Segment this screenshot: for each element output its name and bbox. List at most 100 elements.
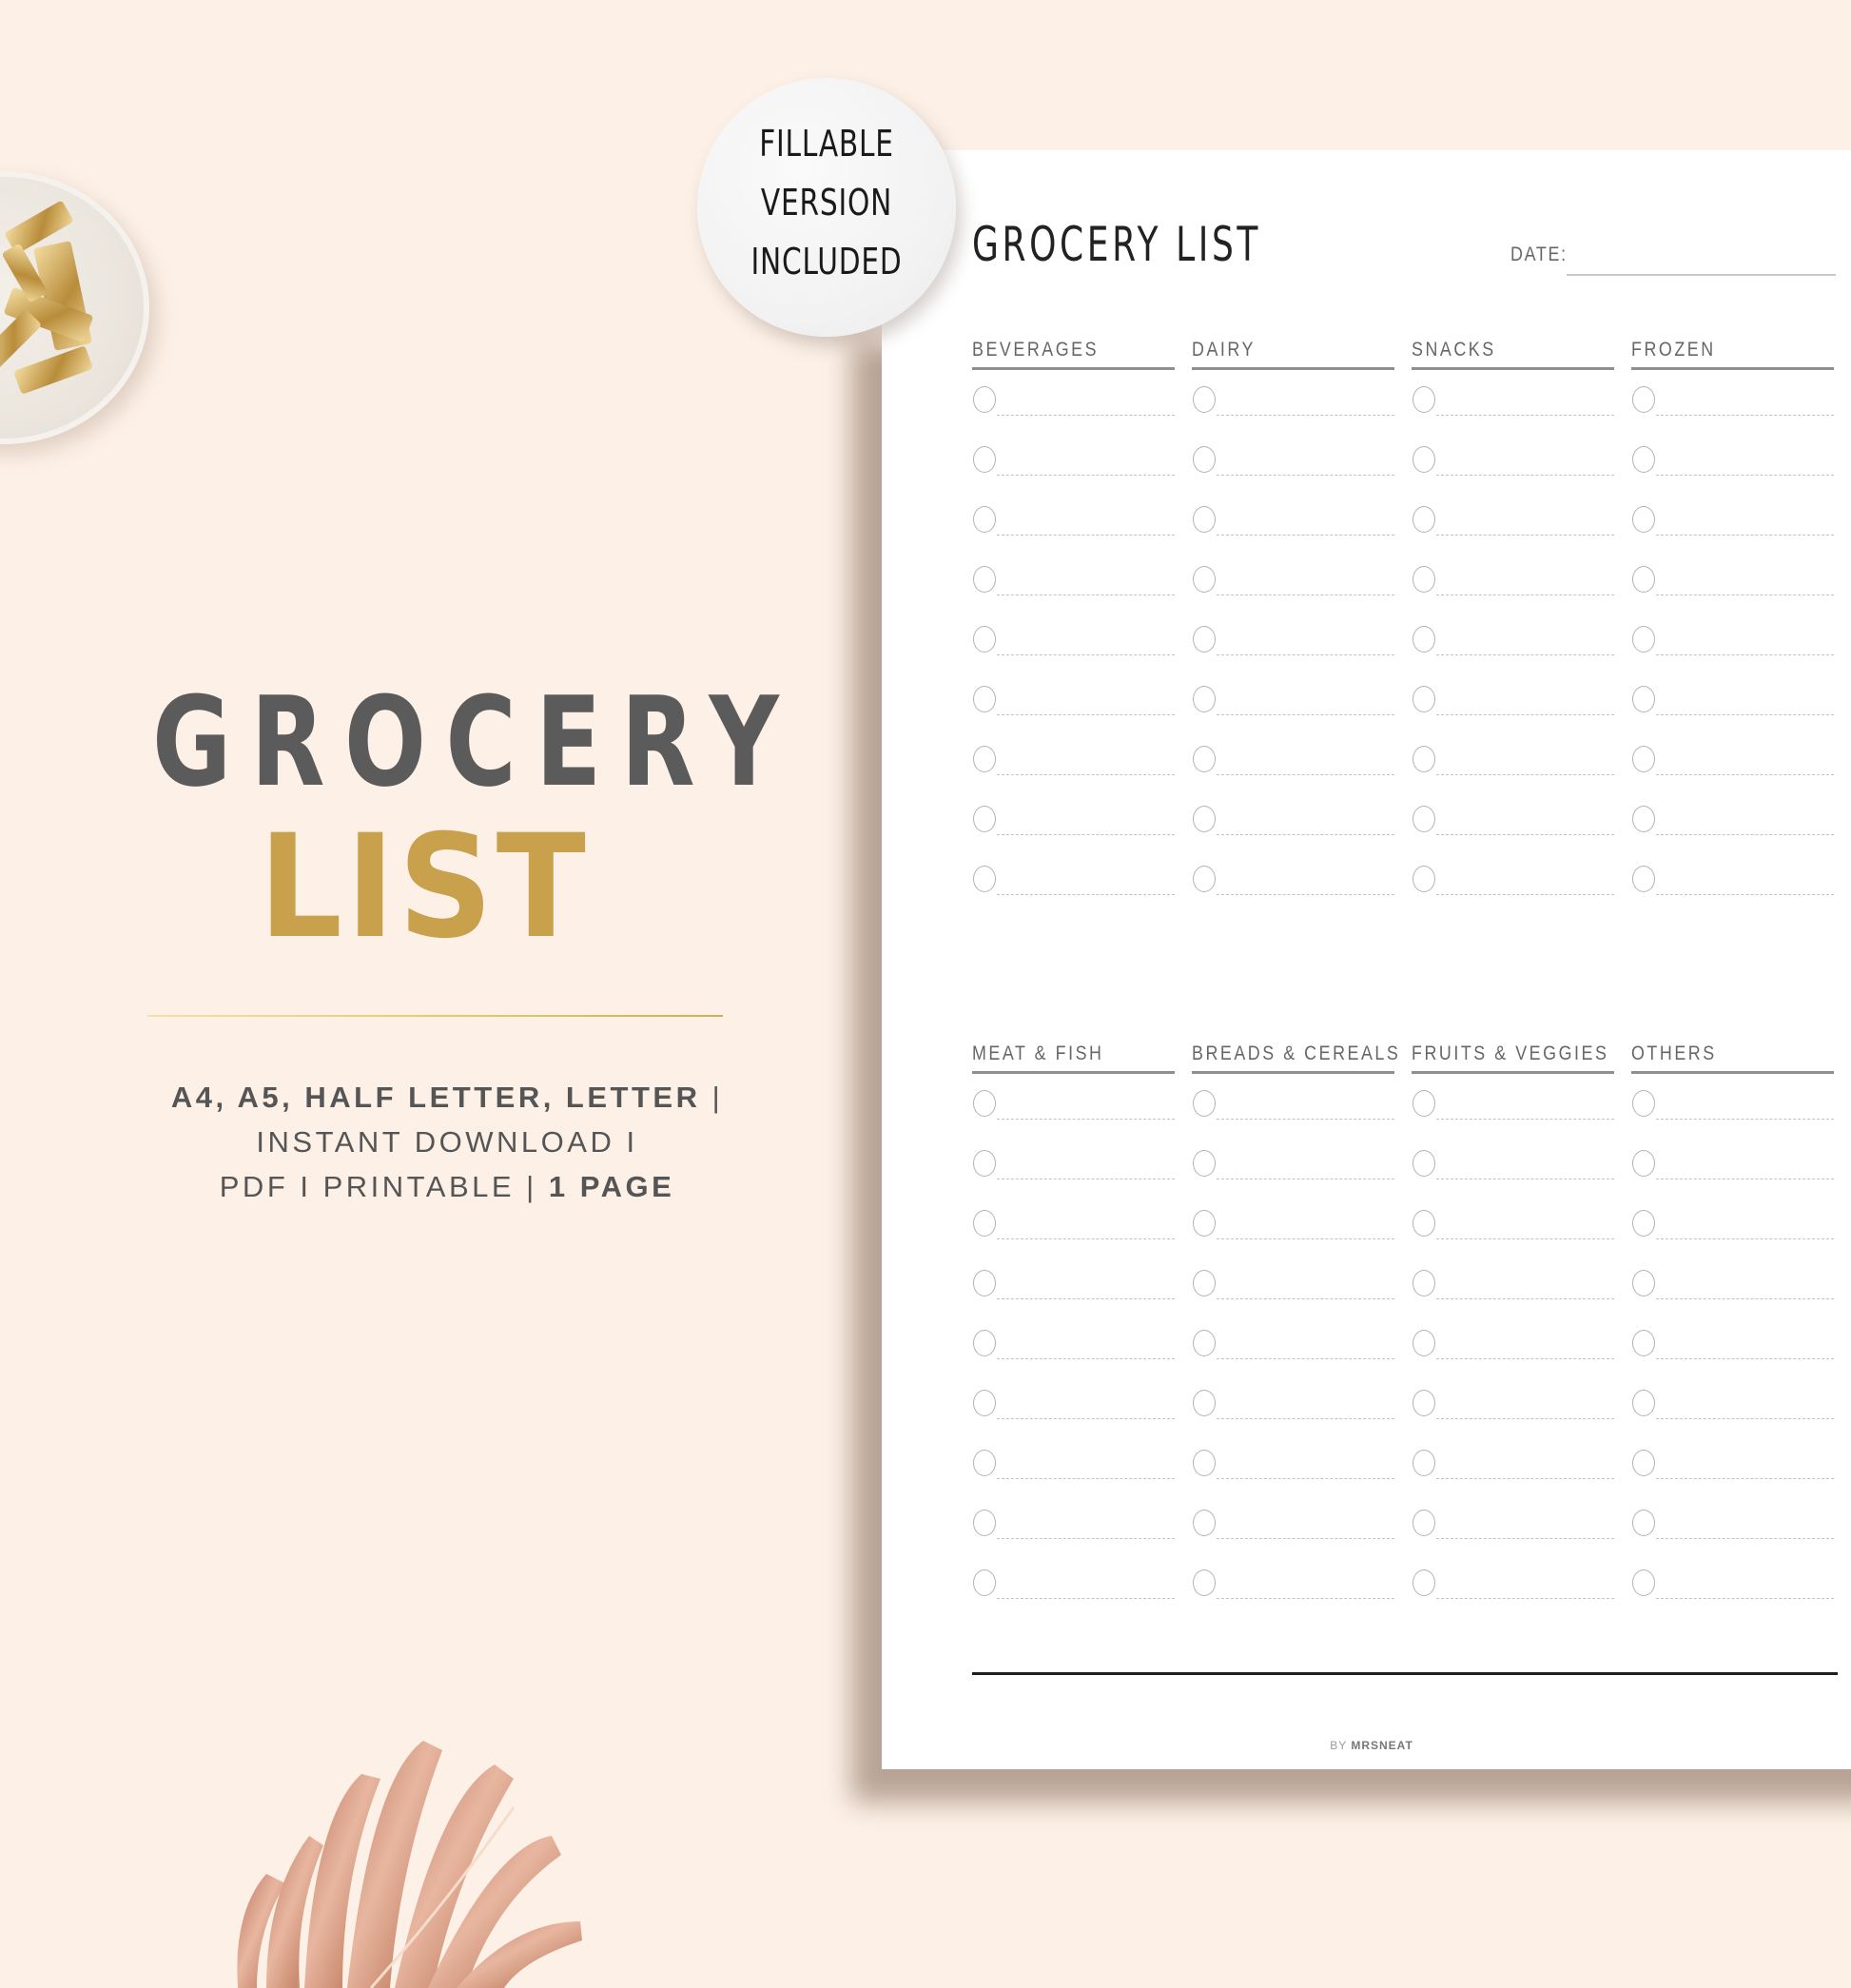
item-checkbox[interactable] <box>1632 686 1655 712</box>
item-text-field[interactable] <box>1656 1598 1834 1599</box>
item-text-field[interactable] <box>997 1119 1175 1120</box>
item-text-field[interactable] <box>997 1538 1175 1539</box>
item-checkbox[interactable] <box>1632 506 1655 533</box>
item-text-field[interactable] <box>1217 1238 1394 1239</box>
item-checkbox[interactable] <box>973 626 996 653</box>
item-text-field[interactable] <box>1436 1119 1614 1120</box>
item-checkbox[interactable] <box>1193 506 1216 533</box>
item-text-field[interactable] <box>1217 1119 1394 1120</box>
item-checkbox[interactable] <box>1193 1210 1216 1237</box>
item-checkbox[interactable] <box>1632 1390 1655 1416</box>
item-text-field[interactable] <box>1656 1358 1834 1359</box>
item-checkbox[interactable] <box>1632 866 1655 892</box>
item-text-field[interactable] <box>997 894 1175 895</box>
item-checkbox[interactable] <box>1193 1450 1216 1476</box>
item-checkbox[interactable] <box>973 806 996 832</box>
item-text-field[interactable] <box>1217 594 1394 595</box>
item-checkbox[interactable] <box>973 1150 996 1177</box>
item-checkbox[interactable] <box>1632 1569 1655 1596</box>
item-checkbox[interactable] <box>1632 1510 1655 1536</box>
item-text-field[interactable] <box>1217 1418 1394 1419</box>
item-text-field[interactable] <box>1656 834 1834 835</box>
item-checkbox[interactable] <box>973 1510 996 1536</box>
item-checkbox[interactable] <box>1632 566 1655 593</box>
item-checkbox[interactable] <box>1193 566 1216 593</box>
item-checkbox[interactable] <box>1413 1330 1435 1356</box>
item-checkbox[interactable] <box>1632 1330 1655 1356</box>
item-checkbox[interactable] <box>1413 1150 1435 1177</box>
item-text-field[interactable] <box>1217 535 1394 536</box>
item-text-field[interactable] <box>1217 834 1394 835</box>
item-text-field[interactable] <box>997 774 1175 775</box>
item-text-field[interactable] <box>997 1238 1175 1239</box>
item-checkbox[interactable] <box>1413 1090 1435 1117</box>
item-text-field[interactable] <box>1436 475 1614 476</box>
item-checkbox[interactable] <box>1413 1510 1435 1536</box>
item-text-field[interactable] <box>1436 415 1614 416</box>
item-text-field[interactable] <box>1217 415 1394 416</box>
item-text-field[interactable] <box>1436 654 1614 655</box>
item-text-field[interactable] <box>1436 1418 1614 1419</box>
item-checkbox[interactable] <box>1413 1569 1435 1596</box>
item-checkbox[interactable] <box>1193 626 1216 653</box>
item-checkbox[interactable] <box>973 746 996 772</box>
item-checkbox[interactable] <box>1193 1270 1216 1296</box>
item-text-field[interactable] <box>1656 1298 1834 1299</box>
item-text-field[interactable] <box>1217 774 1394 775</box>
item-checkbox[interactable] <box>1193 1330 1216 1356</box>
item-checkbox[interactable] <box>1413 1390 1435 1416</box>
item-checkbox[interactable] <box>1413 446 1435 473</box>
item-text-field[interactable] <box>1436 834 1614 835</box>
item-text-field[interactable] <box>1656 1478 1834 1479</box>
item-text-field[interactable] <box>1217 475 1394 476</box>
item-checkbox[interactable] <box>1413 1210 1435 1237</box>
item-checkbox[interactable] <box>1413 1450 1435 1476</box>
item-checkbox[interactable] <box>1193 1510 1216 1536</box>
item-text-field[interactable] <box>1217 714 1394 715</box>
item-text-field[interactable] <box>1436 535 1614 536</box>
item-text-field[interactable] <box>1436 1298 1614 1299</box>
item-checkbox[interactable] <box>1413 746 1435 772</box>
item-text-field[interactable] <box>1656 654 1834 655</box>
item-checkbox[interactable] <box>1413 686 1435 712</box>
item-checkbox[interactable] <box>1413 506 1435 533</box>
item-text-field[interactable] <box>1217 1478 1394 1479</box>
item-checkbox[interactable] <box>1193 386 1216 413</box>
item-checkbox[interactable] <box>1632 626 1655 653</box>
item-text-field[interactable] <box>1436 1538 1614 1539</box>
item-text-field[interactable] <box>1436 594 1614 595</box>
item-checkbox[interactable] <box>1632 806 1655 832</box>
item-checkbox[interactable] <box>973 686 996 712</box>
item-text-field[interactable] <box>997 1298 1175 1299</box>
item-text-field[interactable] <box>1217 1358 1394 1359</box>
item-text-field[interactable] <box>1656 1418 1834 1419</box>
item-checkbox[interactable] <box>1193 446 1216 473</box>
item-checkbox[interactable] <box>1632 1450 1655 1476</box>
item-checkbox[interactable] <box>973 386 996 413</box>
item-text-field[interactable] <box>1656 475 1834 476</box>
item-checkbox[interactable] <box>1413 1270 1435 1296</box>
item-checkbox[interactable] <box>973 1390 996 1416</box>
item-text-field[interactable] <box>1656 1238 1834 1239</box>
item-text-field[interactable] <box>1217 1538 1394 1539</box>
item-checkbox[interactable] <box>973 566 996 593</box>
item-checkbox[interactable] <box>973 1330 996 1356</box>
item-text-field[interactable] <box>997 1478 1175 1479</box>
date-field[interactable] <box>1567 274 1836 276</box>
item-checkbox[interactable] <box>973 1210 996 1237</box>
item-checkbox[interactable] <box>1632 1090 1655 1117</box>
item-text-field[interactable] <box>997 714 1175 715</box>
item-checkbox[interactable] <box>1193 1090 1216 1117</box>
item-text-field[interactable] <box>997 594 1175 595</box>
item-checkbox[interactable] <box>1193 1150 1216 1177</box>
item-checkbox[interactable] <box>1193 1390 1216 1416</box>
item-text-field[interactable] <box>997 1358 1175 1359</box>
item-checkbox[interactable] <box>973 1090 996 1117</box>
item-text-field[interactable] <box>1436 1598 1614 1599</box>
item-checkbox[interactable] <box>1632 1270 1655 1296</box>
item-checkbox[interactable] <box>973 446 996 473</box>
item-checkbox[interactable] <box>1632 1210 1655 1237</box>
item-text-field[interactable] <box>1217 894 1394 895</box>
item-text-field[interactable] <box>997 834 1175 835</box>
item-text-field[interactable] <box>1656 774 1834 775</box>
